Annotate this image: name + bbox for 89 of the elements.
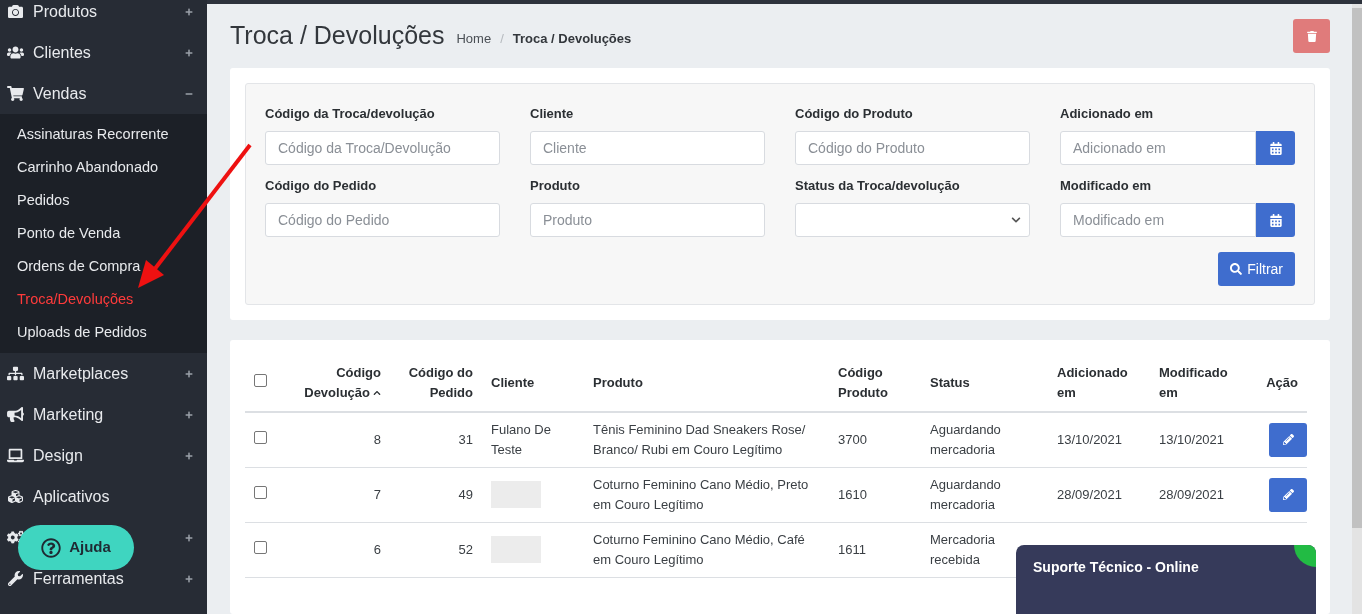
sidebar-item[interactable]: Design: [33, 443, 83, 468]
sort-ascending-icon: [373, 389, 381, 398]
sidebar-item[interactable]: Aplicativos: [33, 484, 110, 509]
table-cell: Fulano De Teste: [491, 422, 551, 457]
submenu-item[interactable]: Assinaturas Recorrente: [0, 118, 207, 151]
column-header: Cliente: [491, 373, 535, 392]
table-cell: 52: [458, 541, 473, 557]
pencil-icon: [1282, 434, 1294, 446]
support-widget[interactable]: Suporte Técnico - Online: [1016, 545, 1316, 614]
filter-button[interactable]: Filtrar: [1218, 252, 1295, 286]
wrench-icon: [7, 571, 24, 586]
megaphone-icon: [7, 407, 24, 422]
checkbox[interactable]: [254, 431, 267, 444]
field-label: Produto: [530, 177, 581, 195]
delete-button[interactable]: [1293, 19, 1330, 53]
camera-icon: [7, 4, 24, 19]
table-cell: Aguardando mercadoria: [930, 422, 1001, 457]
calendar-icon: [1269, 141, 1282, 155]
table-cell: 7: [373, 486, 381, 502]
table-cell: Mercadoria recebida: [930, 532, 996, 567]
table-cell: 1610: [838, 486, 867, 502]
field-label: Status da Troca/devolução: [795, 177, 961, 195]
sidebar-item[interactable]: Clientes: [33, 40, 91, 65]
select-field[interactable]: [795, 203, 1030, 237]
column-header: Status: [930, 373, 970, 392]
input-field[interactable]: Código do Pedido: [265, 203, 500, 237]
field-label: Modificado em: [1060, 177, 1152, 195]
column-header[interactable]: Código Devolução: [294, 363, 381, 402]
breadcrumb-current: Troca / Devoluções: [512, 30, 632, 49]
table-cell: 13/10/2021: [1159, 432, 1225, 447]
submenu-item[interactable]: Pedidos: [0, 184, 207, 217]
table-cell: Coturno Feminino Cano Médio, Café em Couro Legítimo: [593, 532, 805, 567]
breadcrumb-separator: /: [500, 30, 504, 49]
page-title: Troca / Devoluções: [230, 20, 445, 52]
input-field[interactable]: Código da Troca/Devolução: [265, 131, 500, 165]
column-header: Ação: [1266, 373, 1298, 392]
table-cell: Tênis Feminino Dad Sneakers Rose/ Branco/ Rubi em Couro Legítimo: [593, 422, 806, 457]
column-header: Código Produto: [838, 364, 889, 402]
users-icon: [7, 45, 24, 60]
table-cell: 31: [458, 432, 473, 447]
checkbox[interactable]: [254, 540, 267, 554]
submenu-item[interactable]: Ponto de Venda: [0, 217, 207, 250]
sidebar-item[interactable]: Marketing: [33, 402, 104, 427]
table-cell: 28/09/2021: [1057, 486, 1123, 502]
edit-button[interactable]: [1269, 477, 1307, 512]
sidebar-item[interactable]: Produtos: [33, 0, 98, 24]
question-icon: [41, 537, 62, 558]
table-cell: 49: [458, 486, 473, 502]
widget-title: Suporte Técnico - Online: [1033, 558, 1199, 577]
table-cell: Aguardando mercadoria: [930, 477, 1001, 512]
submenu-item[interactable]: Ordens de Compra: [0, 250, 207, 283]
column-header: Produto: [593, 373, 643, 392]
checkbox[interactable]: [254, 373, 267, 387]
table-cell: 8: [373, 432, 381, 447]
trash-icon: [1306, 30, 1317, 42]
edit-button[interactable]: [1269, 422, 1307, 457]
table-cell: 6: [373, 541, 381, 557]
submenu-item[interactable]: Uploads de Pedidos: [0, 316, 207, 349]
sidebar-item[interactable]: Vendas: [33, 81, 87, 106]
submenu-item[interactable]: Carrinho Abandonado: [0, 151, 207, 184]
table-cell: Coturno Feminino Cano Médio, Preto em Couro Legítimo: [593, 477, 809, 512]
submenu-item[interactable]: Troca/Devoluções: [0, 283, 207, 316]
table-cell: 3700: [838, 432, 867, 447]
input-field[interactable]: Cliente: [530, 131, 765, 165]
field-label: Código da Troca/devolução: [265, 105, 436, 123]
cart-icon: [7, 86, 24, 101]
table-cell: 13/10/2021: [1057, 432, 1123, 447]
sitemap-icon: [7, 366, 24, 381]
field-label: Cliente: [530, 105, 575, 123]
table-cell: 1611: [838, 541, 866, 557]
cubes-icon: [7, 489, 24, 504]
checkbox[interactable]: [254, 485, 267, 499]
column-header: Código do Pedido: [407, 364, 473, 402]
help-button[interactable]: Ajuda: [18, 525, 134, 570]
field-label: Código do Pedido: [265, 177, 378, 195]
laptop-icon: [7, 448, 24, 463]
pencil-icon: [1282, 489, 1294, 500]
search-icon: [1230, 263, 1243, 275]
column-header: Adicionado em: [1057, 364, 1129, 402]
table-cell: 28/09/2021: [1159, 486, 1225, 502]
sidebar-item[interactable]: Marketplaces: [33, 361, 129, 386]
breadcrumb-link[interactable]: Home: [456, 29, 492, 49]
input-field[interactable]: Produto: [530, 203, 765, 237]
field-label: Código do Produto: [795, 105, 914, 123]
input-field[interactable]: Código do Produto: [795, 131, 1030, 165]
field-label: Adicionado em: [1060, 105, 1155, 123]
chevron-down-icon: [1011, 215, 1021, 225]
column-header: Modificado em: [1159, 364, 1229, 402]
calendar-icon: [1269, 213, 1282, 227]
